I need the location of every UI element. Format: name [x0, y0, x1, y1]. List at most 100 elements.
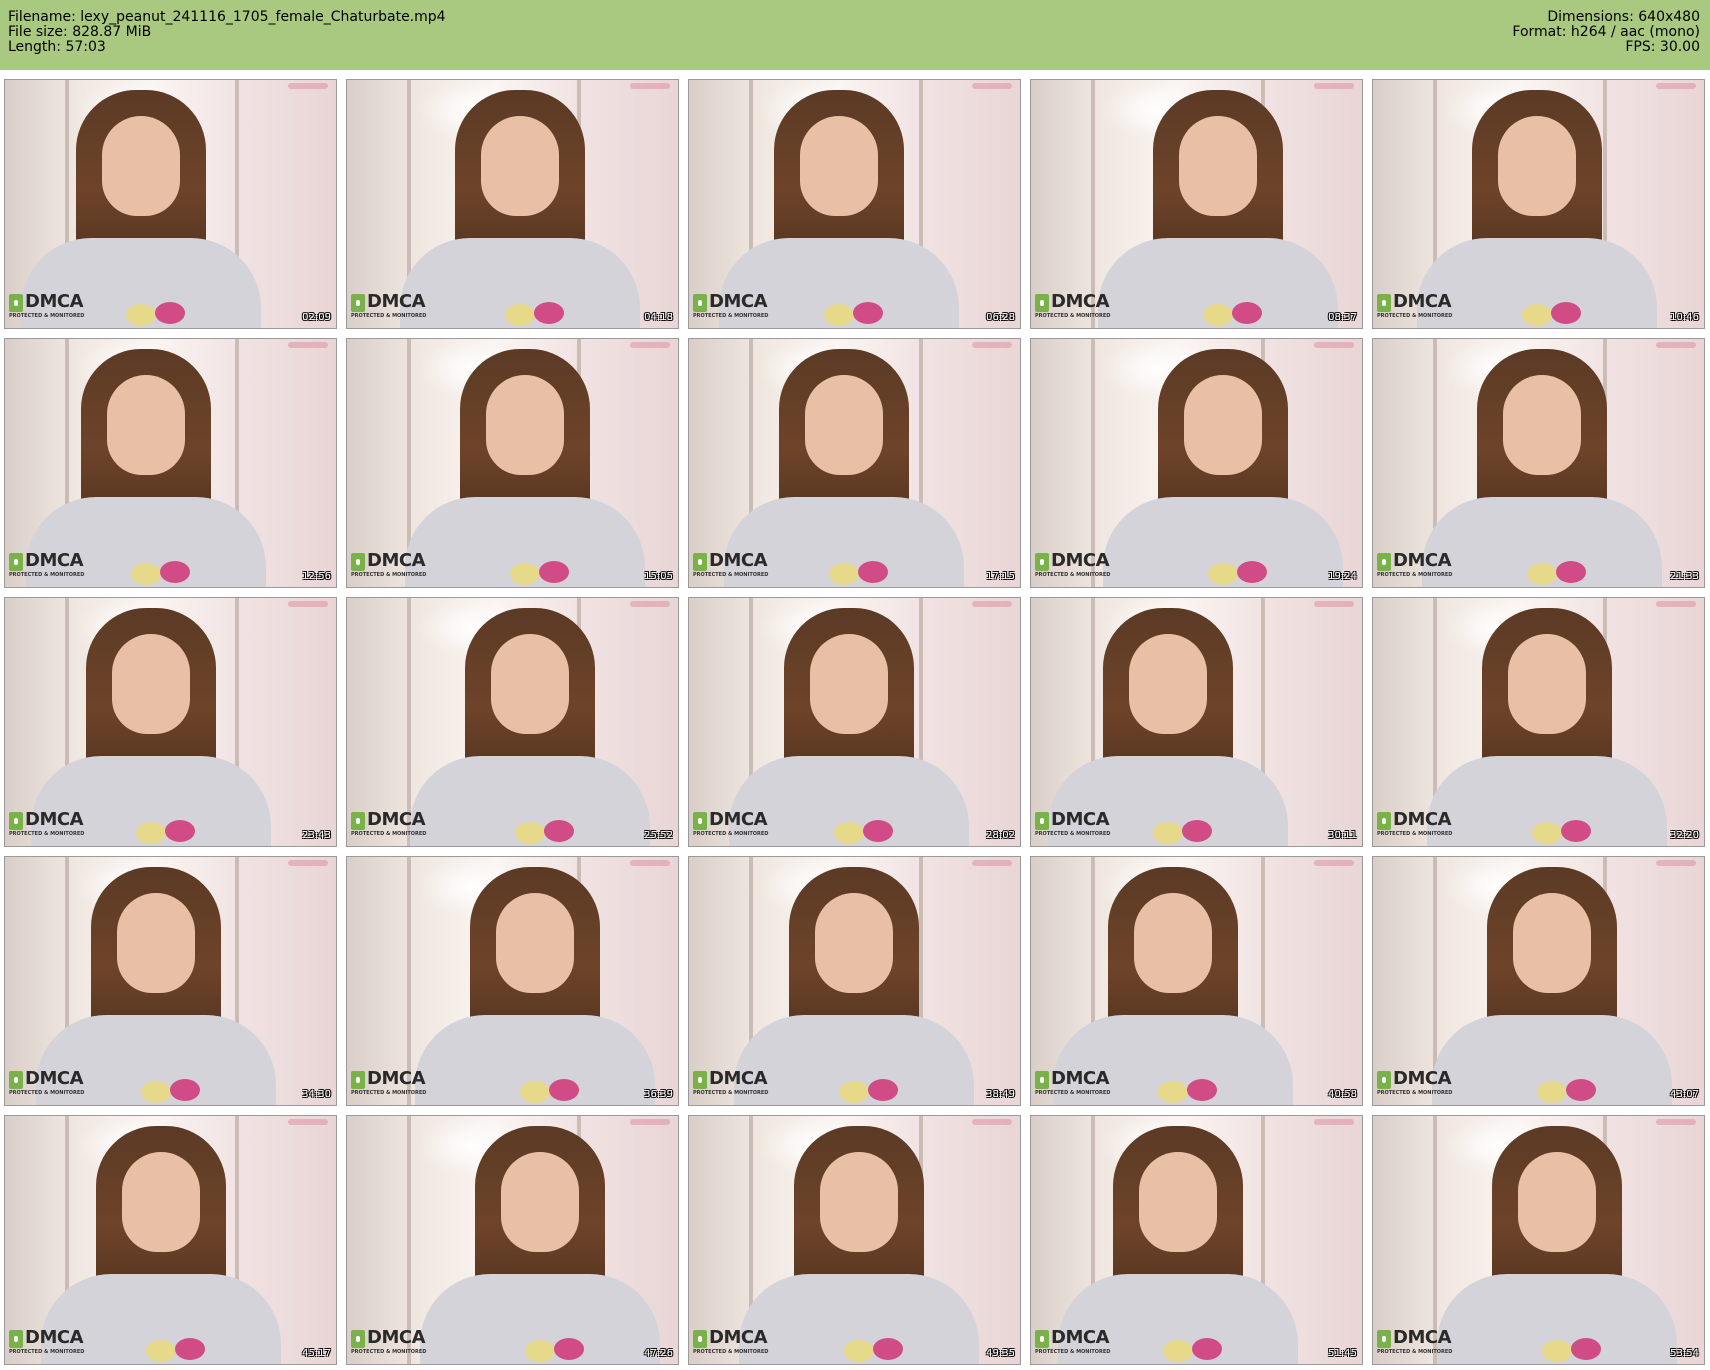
video-thumbnail[interactable]: DMCA PROTECTED & MONITORED 53:54	[1372, 1115, 1705, 1365]
shirt-print-yellow	[126, 304, 157, 326]
face	[814, 893, 893, 993]
dmca-badge: DMCA PROTECTED & MONITORED	[9, 551, 101, 581]
thumbnail-timestamp: 23:43	[302, 830, 331, 841]
dmca-tagline: PROTECTED & MONITORED	[351, 1349, 427, 1355]
video-thumbnail[interactable]: DMCA PROTECTED & MONITORED 06:28	[688, 79, 1021, 329]
face	[480, 116, 559, 216]
face	[485, 375, 564, 475]
video-thumbnail[interactable]: DMCA PROTECTED & MONITORED 04:18	[346, 79, 679, 329]
face	[799, 116, 878, 216]
video-thumbnail[interactable]: DMCA PROTECTED & MONITORED 49:35	[688, 1115, 1021, 1365]
video-thumbnail[interactable]: DMCA PROTECTED & MONITORED 19:24	[1030, 338, 1363, 588]
person-figure	[1436, 1124, 1677, 1364]
dmca-logo: DMCA	[25, 809, 84, 830]
video-length: Length: 57:03	[8, 39, 106, 55]
corner-watermark	[630, 83, 670, 89]
shirt-print-yellow	[1208, 563, 1239, 585]
dmca-logo: DMCA	[1051, 1068, 1110, 1089]
dmca-logo: DMCA	[1051, 291, 1110, 312]
thumbnail-timestamp: 06:28	[986, 312, 1015, 323]
face	[804, 375, 883, 475]
dmca-tagline: PROTECTED & MONITORED	[693, 1090, 769, 1096]
thumbnail-timestamp: 53:54	[1670, 1348, 1699, 1359]
shirt-print-yellow	[1163, 1340, 1194, 1362]
video-thumbnail[interactable]: DMCA PROTECTED & MONITORED 17:15	[688, 338, 1021, 588]
face	[121, 1152, 200, 1252]
video-thumbnail[interactable]: DMCA PROTECTED & MONITORED 12:56	[4, 338, 337, 588]
face	[1502, 375, 1581, 475]
video-thumbnail[interactable]: DMCA PROTECTED & MONITORED 21:33	[1372, 338, 1705, 588]
dmca-logo: DMCA	[1393, 550, 1452, 571]
dmca-tagline: PROTECTED & MONITORED	[9, 1090, 85, 1096]
shirt-print-yellow	[844, 1340, 875, 1362]
video-thumbnail[interactable]: DMCA PROTECTED & MONITORED 23:43	[4, 597, 337, 847]
video-thumbnail[interactable]: DMCA PROTECTED & MONITORED 02:09	[4, 79, 337, 329]
lock-icon	[351, 1330, 365, 1348]
video-thumbnail[interactable]: DMCA PROTECTED & MONITORED 25:52	[346, 597, 679, 847]
thumbnail-timestamp: 40:58	[1328, 1089, 1357, 1100]
format: Format: h264 / aac (mono)	[1512, 24, 1700, 40]
dmca-tagline: PROTECTED & MONITORED	[693, 572, 769, 578]
lock-icon	[693, 553, 707, 571]
dmca-logo: DMCA	[1393, 291, 1452, 312]
dmca-tagline: PROTECTED & MONITORED	[351, 572, 427, 578]
shirt-print-yellow	[1537, 1081, 1568, 1103]
shirt-print-yellow	[829, 563, 860, 585]
dmca-tagline: PROTECTED & MONITORED	[1377, 313, 1453, 319]
face	[1517, 1152, 1596, 1252]
video-thumbnail[interactable]: DMCA PROTECTED & MONITORED 51:45	[1030, 1115, 1363, 1365]
lock-icon	[1377, 294, 1391, 312]
dmca-logo: DMCA	[1051, 550, 1110, 571]
lock-icon	[693, 1071, 707, 1089]
file-info: Filename: lexy_peanut_241116_1705_female…	[8, 10, 446, 55]
video-thumbnail[interactable]: DMCA PROTECTED & MONITORED 34:30	[4, 856, 337, 1106]
video-thumbnail[interactable]: DMCA PROTECTED & MONITORED 10:46	[1372, 79, 1705, 329]
video-thumbnail[interactable]: DMCA PROTECTED & MONITORED 43:07	[1372, 856, 1705, 1106]
face	[1128, 634, 1207, 734]
video-thumbnail[interactable]: DMCA PROTECTED & MONITORED 30:11	[1030, 597, 1363, 847]
shirt-print-yellow	[525, 1340, 556, 1362]
face	[111, 634, 190, 734]
shirt-print-yellow	[1527, 563, 1558, 585]
video-thumbnail[interactable]: DMCA PROTECTED & MONITORED 38:49	[688, 856, 1021, 1106]
corner-watermark	[1314, 1119, 1354, 1125]
video-thumbnail[interactable]: DMCA PROTECTED & MONITORED 08:37	[1030, 79, 1363, 329]
video-thumbnail[interactable]: DMCA PROTECTED & MONITORED 45:17	[4, 1115, 337, 1365]
corner-watermark	[288, 601, 328, 607]
thumbnail-timestamp: 51:45	[1328, 1348, 1357, 1359]
video-thumbnail[interactable]: DMCA PROTECTED & MONITORED 32:20	[1372, 597, 1705, 847]
dmca-badge: DMCA PROTECTED & MONITORED	[693, 1328, 785, 1358]
dmca-tagline: PROTECTED & MONITORED	[9, 572, 85, 578]
thumbnail-timestamp: 43:07	[1670, 1089, 1699, 1100]
dmca-tagline: PROTECTED & MONITORED	[9, 313, 85, 319]
shirt-print-yellow	[834, 822, 865, 844]
video-thumbnail[interactable]: DMCA PROTECTED & MONITORED 47:26	[346, 1115, 679, 1365]
lock-icon	[1377, 1330, 1391, 1348]
video-thumbnail[interactable]: DMCA PROTECTED & MONITORED 40:58	[1030, 856, 1363, 1106]
corner-watermark	[972, 1119, 1012, 1125]
video-thumbnail[interactable]: DMCA PROTECTED & MONITORED 28:02	[688, 597, 1021, 847]
dmca-tagline: PROTECTED & MONITORED	[9, 831, 85, 837]
corner-watermark	[630, 342, 670, 348]
dmca-tagline: PROTECTED & MONITORED	[1377, 572, 1453, 578]
lock-icon	[693, 1330, 707, 1348]
corner-watermark	[288, 1119, 328, 1125]
dmca-badge: DMCA PROTECTED & MONITORED	[351, 810, 443, 840]
video-thumbnail[interactable]: DMCA PROTECTED & MONITORED 36:39	[346, 856, 679, 1106]
person-figure	[419, 1124, 660, 1364]
lock-icon	[1377, 812, 1391, 830]
dmca-tagline: PROTECTED & MONITORED	[1035, 572, 1111, 578]
thumbnail-timestamp: 02:09	[302, 312, 331, 323]
dmca-badge: DMCA PROTECTED & MONITORED	[351, 1069, 443, 1099]
dmca-badge: DMCA PROTECTED & MONITORED	[1377, 810, 1469, 840]
face	[490, 634, 569, 734]
lock-icon	[351, 1071, 365, 1089]
dmca-badge: DMCA PROTECTED & MONITORED	[1035, 1069, 1127, 1099]
video-thumbnail[interactable]: DMCA PROTECTED & MONITORED 15:05	[346, 338, 679, 588]
dmca-logo: DMCA	[367, 550, 426, 571]
dmca-logo: DMCA	[1393, 1327, 1452, 1348]
shirt-print-yellow	[141, 1081, 172, 1103]
dmca-badge: DMCA PROTECTED & MONITORED	[1035, 810, 1127, 840]
corner-watermark	[1656, 342, 1696, 348]
dmca-logo: DMCA	[1051, 809, 1110, 830]
